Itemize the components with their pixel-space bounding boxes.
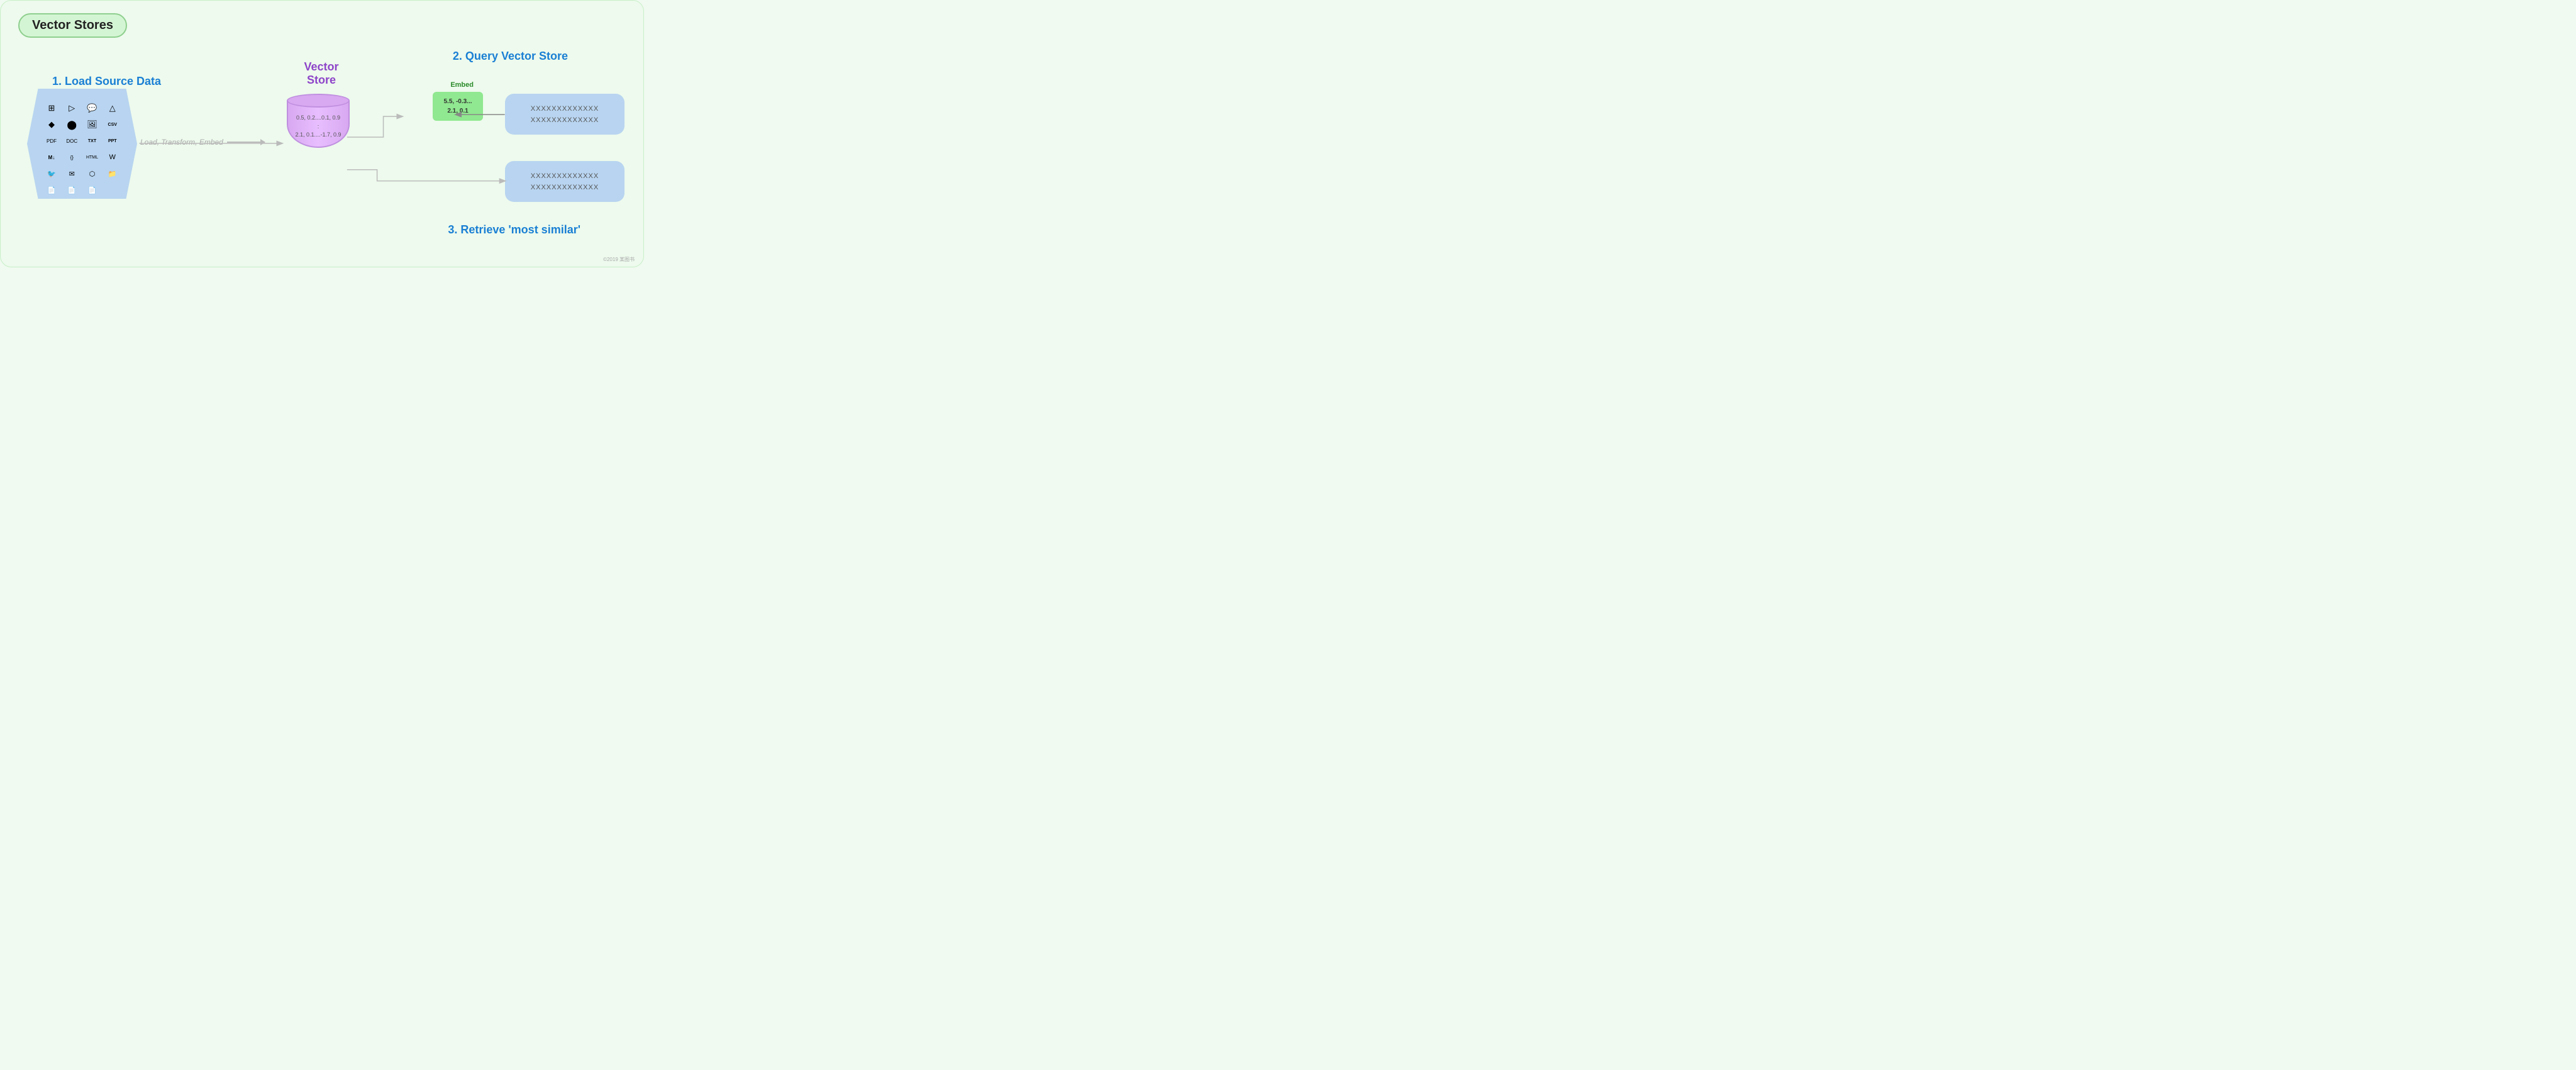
cylinder: 0.5, 0.2....0.1, 0.9 : 2.1, 0.1....-1.7,… <box>287 94 350 148</box>
embed-label: Embed <box>450 81 474 89</box>
icon-youtube: ▷ <box>65 101 79 115</box>
icon-empty <box>106 183 119 197</box>
query-box-2: XXXXXXXXXXXXX XXXXXXXXXXXXX <box>505 161 625 202</box>
query-box-2-line2: XXXXXXXXXXXXX <box>531 184 599 191</box>
query-box-2-line1: XXXXXXXXXXXXX <box>531 172 599 180</box>
cylinder-top <box>287 94 350 108</box>
step1-label: 1. Load Source Data <box>52 75 161 88</box>
copyright: ©2019 某图书 <box>603 256 635 263</box>
cylinder-vector-store: 0.5, 0.2....0.1, 0.9 : 2.1, 0.1....-1.7,… <box>284 94 353 163</box>
arrow-label: Load, Transform, Embed <box>140 138 223 147</box>
query-box-1-line2: XXXXXXXXXXXXX <box>531 116 599 124</box>
vector-store-label: VectorStore <box>290 60 353 87</box>
icon-image: 🖼 <box>86 118 99 131</box>
cylinder-body: 0.5, 0.2....0.1, 0.9 : 2.1, 0.1....-1.7,… <box>287 101 350 148</box>
arrow-load-transform: Load, Transform, Embed <box>140 138 265 147</box>
icon-pdf: PDF <box>45 134 58 148</box>
title-badge: Vector Stores <box>18 13 127 38</box>
icon-ppt: PPT <box>106 134 119 148</box>
title-text: Vector Stores <box>32 18 113 32</box>
icon-file2: 📄 <box>45 183 58 197</box>
icon-doc: DOC <box>65 134 79 148</box>
query-box-1-line1: XXXXXXXXXXXXX <box>531 105 599 113</box>
icon-email: ✉ <box>65 167 79 181</box>
query-box-1: XXXXXXXXXXXXX XXXXXXXXXXXXX <box>505 94 625 135</box>
icon-txt: TXT <box>86 134 99 148</box>
icon-notion: △ <box>106 101 119 115</box>
main-container: Vector Stores 1. Load Source Data 2. Que… <box>0 0 644 267</box>
icon-slack: ⊞ <box>45 101 58 115</box>
step2-label: 2. Query Vector Store <box>453 50 568 63</box>
cylinder-text: 0.5, 0.2....0.1, 0.9 : 2.1, 0.1....-1.7,… <box>295 114 341 140</box>
embed-box: 5.5, -0.3...2.1, 0.1 <box>433 92 483 121</box>
icon-folder: 📁 <box>106 167 119 181</box>
icon-github: ⬤ <box>65 118 79 131</box>
icon-csv: CSV <box>106 118 119 131</box>
step3-label: 3. Retrieve 'most similar' <box>448 223 580 237</box>
icon-grid: ⊞ ▷ 💬 △ ◆ ⬤ 🖼 CSV PDF DOC TXT PPT M↓ {} … <box>45 101 123 197</box>
icon-wikipedia: W <box>106 150 119 164</box>
icon-file4: 📄 <box>86 183 99 197</box>
icon-discord: 💬 <box>86 101 99 115</box>
icon-css: ⬡ <box>86 167 99 181</box>
icon-markdown: M↓ <box>45 150 58 164</box>
icon-json: {} <box>65 150 79 164</box>
arrow-line <box>227 142 265 143</box>
icon-twitter: 🐦 <box>45 167 58 181</box>
icon-file1: ◆ <box>45 118 58 131</box>
icon-html: HTML <box>86 150 99 164</box>
icon-file3: 📄 <box>65 183 79 197</box>
source-data-box: ⊞ ▷ 💬 △ ◆ ⬤ 🖼 CSV PDF DOC TXT PPT M↓ {} … <box>27 89 137 199</box>
